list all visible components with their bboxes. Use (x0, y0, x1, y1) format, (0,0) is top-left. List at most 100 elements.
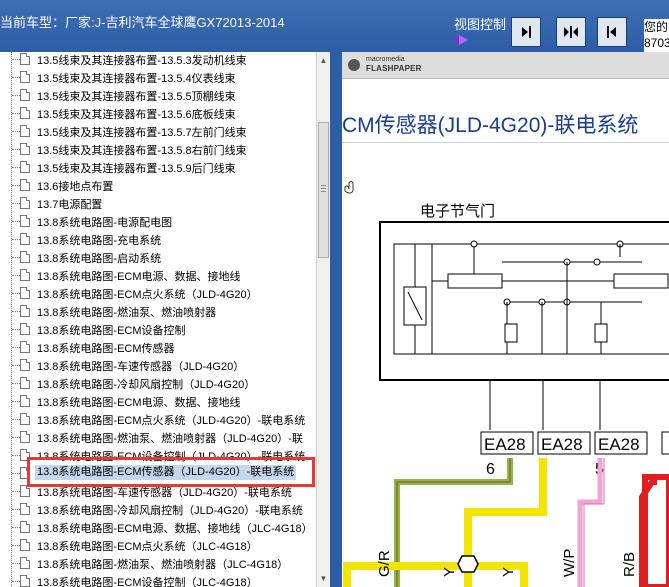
tree-item-label: 13.5线束及其连接器布置-13.5.4仪表线束 (37, 73, 236, 85)
tree-item-label: 13.8系统电路图-车速传感器（JLD-4G20） (37, 361, 245, 373)
tree-item-label: 13.8系统电路图-燃油泵、燃油喷射器 (37, 307, 217, 319)
tree-item[interactable]: 13.8系统电路图-启动系统 (0, 248, 316, 266)
document-icon (20, 269, 30, 281)
document-icon (20, 71, 30, 83)
title-divider (342, 142, 669, 143)
tree-item[interactable]: 13.8系统电路图-燃油泵、燃油喷射器（JLC-4G18） (0, 554, 316, 572)
view-control-icon[interactable] (454, 33, 472, 47)
tree-item-label: 13.5线束及其连接器布置-13.5.9后门线束 (37, 163, 236, 175)
tree-item[interactable]: 13.8系统电路图-ECM电源、数据、接地线 (0, 392, 316, 410)
document-icon (20, 377, 30, 389)
tree-item[interactable]: 13.8系统电路图-燃油泵、燃油喷射器 (0, 302, 316, 320)
tree-item[interactable]: 13.8系统电路图-ECM传感器 (0, 338, 316, 356)
tree-item-label: 13.8系统电路图-ECM点火系统（JLC-4G18） (37, 541, 258, 553)
split-arrows-icon (564, 26, 578, 38)
wire-label: Y (500, 567, 517, 577)
tree-connector (12, 473, 20, 474)
tree-item-label: 13.8系统电路图-充电系统 (37, 235, 162, 247)
tree-item-label: 13.5线束及其连接器布置-13.5.3发动机线束 (37, 55, 247, 67)
inner-frame (393, 243, 669, 355)
tree-item[interactable]: 13.5线束及其连接器布置-13.5.7左前门线束 (0, 122, 316, 140)
tree-item-label: 13.8系统电路图-ECM设备控制 (37, 325, 186, 337)
tree-connector (12, 455, 20, 456)
hand-cursor-icon (344, 181, 354, 194)
tree-connector (12, 275, 20, 276)
tree-connector (12, 95, 20, 96)
scroll-thumb[interactable] (318, 122, 329, 258)
fuse-symbol-2 (594, 323, 608, 343)
brand-top: macromedia (366, 56, 405, 63)
tree-connector (12, 131, 20, 132)
tree-item-label: 13.8系统电路图-ECM电源、数据、接地线（JLC-4G18） (37, 523, 313, 535)
tree-item[interactable]: 13.8系统电路图-ECM点火系统（JLD-4G20）-联电系统 (0, 410, 316, 428)
document-icon (20, 53, 30, 65)
tree-item[interactable]: 13.8系统电路图-车速传感器（JLD-4G20） (0, 356, 316, 374)
tree-item[interactable]: 13.8系统电路图-ECM设备控制 (0, 320, 316, 338)
tree-item-label: 13.6接地点布置 (37, 181, 114, 193)
tree-connector (12, 491, 20, 492)
wire-label: Y (441, 567, 458, 577)
tree-item-label: 13.8系统电路图-ECM设备控制（JLC-4G18） (37, 577, 258, 587)
tree-connector (12, 149, 20, 150)
document-icon (20, 431, 30, 443)
show-right-panel-button[interactable] (511, 17, 541, 47)
selected-item-highlight (27, 457, 315, 487)
tree-item[interactable]: 13.8系统电路图-冷却风扇控制（JLD-4G20）-联电系统 (0, 500, 316, 518)
tree-item[interactable]: 13.8系统电路图-ECM电源、数据、接地线（JLC-4G18） (0, 518, 316, 536)
tree-scrollbar[interactable]: ▲ ▼ (316, 52, 330, 587)
tree-item-label: 13.8系统电路图-电源配电图 (37, 217, 173, 229)
tree-item-label: 13.7电源配置 (37, 199, 103, 211)
user-info: 您的 8703 (644, 19, 669, 52)
tree-item-label: 13.8系统电路图-燃油泵、燃油喷射器（JLD-4G20）-联 (37, 433, 303, 445)
wire-label: R/B (621, 552, 638, 577)
tree-item[interactable]: 13.5线束及其连接器布置-13.5.3发动机线束 (0, 52, 316, 68)
tree-item[interactable]: 13.5线束及其连接器布置-13.5.5顶棚线束 (0, 86, 316, 104)
tree-connector (12, 581, 20, 582)
document-icon (20, 233, 30, 245)
tree-connector (12, 113, 20, 114)
show-left-panel-button[interactable] (597, 17, 627, 47)
wire-yellow-1 (464, 458, 547, 562)
scroll-up-arrow-icon[interactable]: ▲ (317, 54, 330, 67)
current-model-title: 当前车型：厂家:J-吉利汽车全球鹰GX72013-2014 (0, 15, 285, 30)
document-icon (20, 575, 30, 587)
page-title: ECM传感器(JLD-4G20)-联电系统 (342, 114, 639, 137)
tree-item[interactable]: 13.8系统电路图-冷却风扇控制（JLD-4G20） (0, 374, 316, 392)
tree-connector (12, 59, 20, 60)
tree-connector (12, 257, 20, 258)
tree-item[interactable]: 13.8系统电路图-电源配电图 (0, 212, 316, 230)
tree-item[interactable]: 13.5线束及其连接器布置-13.5.4仪表线束 (0, 68, 316, 86)
tree-connector (12, 167, 20, 168)
tree-item[interactable]: 13.8系统电路图-燃油泵、燃油喷射器（JLD-4G20）-联 (0, 428, 316, 446)
wire-label: G/R (376, 550, 393, 577)
document-icon (20, 251, 30, 263)
position-sensor-2 (613, 273, 669, 289)
split-view-button[interactable] (556, 17, 586, 47)
document-icon (20, 539, 30, 551)
panel-splitter[interactable] (330, 52, 342, 587)
tree-item[interactable]: 13.5线束及其连接器布置-13.5.6底板线束 (0, 104, 316, 122)
document-icon (20, 341, 30, 353)
tree-item[interactable]: 13.5线束及其连接器布置-13.5.8右前门线束 (0, 140, 316, 158)
tree-connector (12, 77, 20, 78)
tree-item[interactable]: 13.8系统电路图-ECM电源、数据、接地线 (0, 266, 316, 284)
throttle-body-box (379, 221, 669, 381)
tree-item[interactable]: 13.8系统电路图-ECM点火系统（JLD-4G20） (0, 284, 316, 302)
tree-item[interactable]: 13.7电源配置 (0, 194, 316, 212)
tree-connector (12, 221, 20, 222)
document-icon (20, 287, 30, 299)
tree-item[interactable]: 13.8系统电路图-充电系统 (0, 230, 316, 248)
tree-item[interactable]: 13.6接地点布置 (0, 176, 316, 194)
tree-item[interactable]: 13.5线束及其连接器布置-13.5.9后门线束 (0, 158, 316, 176)
pin-number: 6 (486, 461, 495, 478)
tree-connector (12, 419, 20, 420)
scroll-down-arrow-icon[interactable]: ▼ (317, 572, 330, 585)
scroll-grip (321, 188, 326, 190)
tree-item[interactable]: 13.8系统电路图-ECM点火系统（JLC-4G18） (0, 536, 316, 554)
user-info-line1: 您的 (644, 20, 669, 34)
document-icon (20, 395, 30, 407)
tree-item-label: 13.8系统电路图-冷却风扇控制（JLD-4G20） (37, 379, 256, 391)
tree-item-label: 13.8系统电路图-启动系统 (37, 253, 162, 265)
tree-item[interactable]: 13.8系统电路图-ECM设备控制（JLC-4G18） (0, 572, 316, 587)
flashpaper-toolbar: macromedia FLASHPAPER (342, 52, 669, 79)
